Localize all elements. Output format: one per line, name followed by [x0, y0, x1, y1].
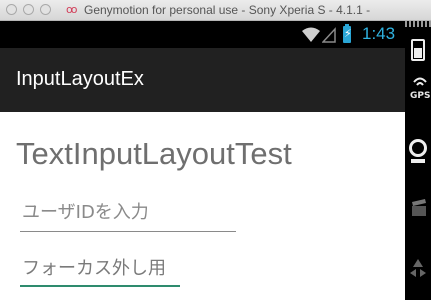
focus-release-underline	[20, 285, 180, 287]
close-window-button[interactable]	[6, 4, 17, 15]
camera-icon[interactable]	[409, 139, 427, 157]
android-status-bar: ⚡ 1:43	[0, 21, 405, 48]
signal-icon	[322, 27, 336, 43]
minimize-window-button[interactable]	[23, 4, 34, 15]
zoom-window-button[interactable]	[40, 4, 51, 15]
user-id-underline	[20, 231, 236, 232]
wifi-icon	[302, 27, 320, 42]
page-heading: TextInputLayoutTest	[16, 136, 292, 171]
focus-release-field[interactable]: フォーカス外し用	[20, 256, 180, 287]
user-id-field[interactable]: ユーザIDを入力	[20, 200, 236, 232]
main-content: TextInputLayoutTest ユーザIDを入力 フォーカス外し用	[0, 112, 405, 300]
toolbar-grip	[405, 21, 431, 27]
window-title-bar: oo Genymotion for personal use - Sony Xp…	[0, 0, 431, 21]
charging-bolt-icon: ⚡	[344, 27, 352, 40]
dpad-icon[interactable]	[407, 251, 429, 291]
battery-charging-icon: ⚡	[343, 24, 352, 43]
gps-icon[interactable]: GPS	[410, 91, 430, 101]
genymotion-toolbar: GPS	[405, 21, 431, 300]
user-id-hint[interactable]: ユーザIDを入力	[20, 200, 236, 226]
window-title: Genymotion for personal use - Sony Xperi…	[84, 3, 371, 17]
capture-icon[interactable]	[411, 199, 427, 217]
camera-stand	[411, 159, 425, 163]
battery-tool-icon[interactable]	[411, 39, 425, 61]
app-action-bar: InputLayoutEx	[0, 48, 405, 112]
genymotion-logo-icon: oo	[66, 3, 78, 16]
gps-signal-icon	[413, 77, 427, 86]
focus-release-value[interactable]: フォーカス外し用	[20, 256, 180, 282]
status-clock: 1:43	[362, 24, 396, 43]
app-title: InputLayoutEx	[16, 68, 144, 90]
